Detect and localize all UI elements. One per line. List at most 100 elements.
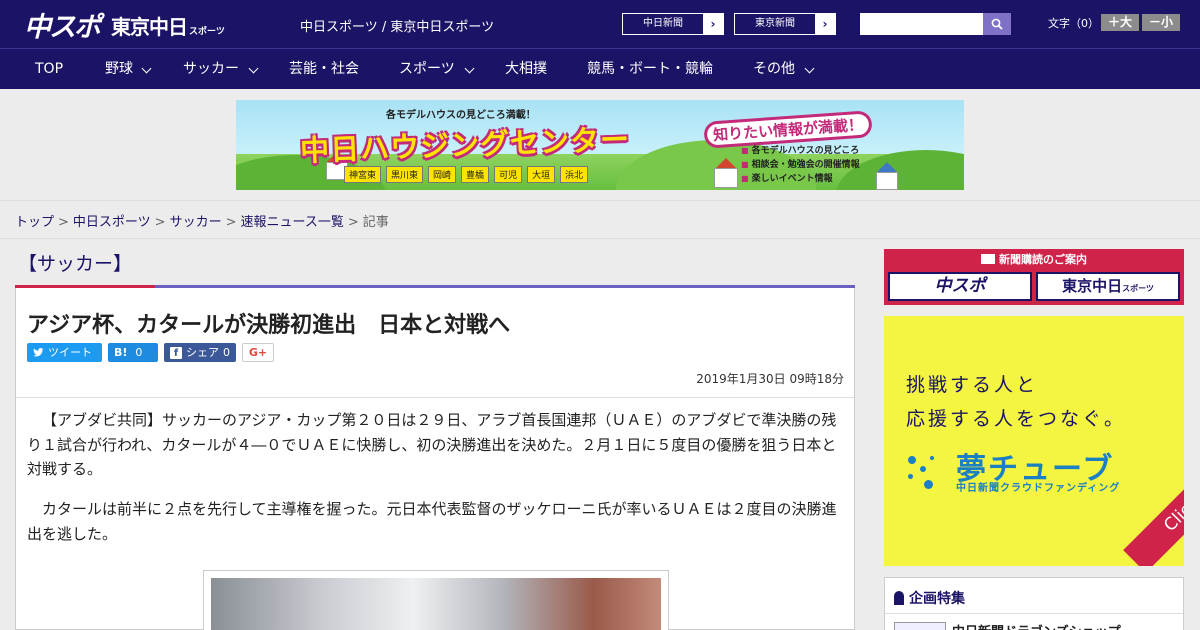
hatena-icon: B! xyxy=(114,346,128,359)
banner-bullet: 各モデルハウスの見どころ xyxy=(741,144,860,158)
chevron-down-icon xyxy=(248,63,259,74)
banner-city: 大垣 xyxy=(527,166,556,183)
banner-bullets: 各モデルハウスの見どころ 相談会・勉強会の開催情報 楽しいイベント情報 xyxy=(741,144,860,186)
hatena-bookmark-button[interactable]: B! 0 xyxy=(108,343,158,362)
chunichi-shimbun-link[interactable]: 中日新聞 › xyxy=(622,13,724,35)
banner-city: 浜北 xyxy=(560,166,589,183)
chevron-down-icon xyxy=(141,63,152,74)
subscription-title-text: 新聞購読のご案内 xyxy=(999,253,1087,266)
tweet-button[interactable]: ツイート xyxy=(27,343,102,362)
chuspo-logo[interactable]: 中スポ xyxy=(24,5,101,44)
nav-item-baseball[interactable]: 野球 xyxy=(105,49,133,89)
tokyo-link-label: 東京新聞 xyxy=(755,18,795,29)
banner-tagline: 各モデルハウスの見どころ満載！ xyxy=(386,110,536,121)
breadcrumb-separator: > xyxy=(347,215,359,230)
article-date: 2019年1月30日 09時18分 xyxy=(696,372,844,386)
ad-line-1: 挑戦する人と xyxy=(906,374,1039,396)
breadcrumb-current: 記事 xyxy=(362,215,389,230)
tokyo-logo-small: スポーツ xyxy=(189,27,225,37)
article-paragraph: カタールは前半に２点を先行して主導権を握った。元日本代表監督のザッケローニ氏が率… xyxy=(27,500,837,543)
breadcrumb: トップ > 中日スポーツ > サッカー > 速報ニュース一覧 > 記事 xyxy=(15,211,389,230)
banner-city: 岡崎 xyxy=(428,166,457,183)
nav-item-sumo[interactable]: 大相撲 xyxy=(505,49,547,89)
chevron-right-icon: › xyxy=(703,14,723,34)
font-size-label: 文字（0） xyxy=(1048,17,1099,30)
banner-city: 神宮東 xyxy=(344,166,382,183)
site-name: 中日スポーツ / 東京中日スポーツ xyxy=(300,20,495,35)
nav-item-soccer[interactable]: サッカー xyxy=(183,49,239,89)
ad-subtitle: 中日新聞クラウドファンディング xyxy=(956,483,1121,494)
tweet-label: ツイート xyxy=(48,346,92,359)
subscribe-tokyo-button[interactable]: 東京中日スポーツ xyxy=(1036,272,1180,301)
chevron-down-icon xyxy=(464,63,475,74)
category-heading: 【サッカー】 xyxy=(18,253,133,275)
housing-center-banner[interactable]: 各モデルハウスの見どころ満載！ 中日ハウジングセンター 神宮東 黒川東 岡崎 豊… xyxy=(236,100,964,190)
breadcrumb-soccer[interactable]: サッカー xyxy=(170,215,222,230)
tokyo-shimbun-link[interactable]: 東京新聞 › xyxy=(734,13,836,35)
banner-house xyxy=(876,172,898,190)
subscribe-chuspo-button[interactable]: 中スポ xyxy=(888,272,1032,301)
font-larger-button[interactable]: ＋大 xyxy=(1101,14,1139,31)
facebook-count: 0 xyxy=(223,346,230,359)
feature-item-link[interactable]: 中日新聞ドラゴンズショップ xyxy=(952,621,1121,630)
banner-cities: 神宮東 黒川東 岡崎 豊橋 可児 大垣 浜北 xyxy=(344,166,589,183)
nav-item-sports[interactable]: スポーツ xyxy=(399,49,455,89)
chevron-right-icon: › xyxy=(815,14,835,34)
banner-bullet: 相談会・勉強会の開催情報 xyxy=(741,158,860,172)
banner-house xyxy=(714,168,738,188)
facebook-label: シェア xyxy=(186,346,219,359)
breadcrumb-top[interactable]: トップ xyxy=(15,215,54,230)
ad-click-ribbon[interactable]: Click! xyxy=(1123,451,1184,566)
ad-dot xyxy=(930,456,934,460)
banner-city: 可児 xyxy=(494,166,523,183)
breadcrumb-separator: > xyxy=(58,215,69,230)
search-icon xyxy=(991,18,1003,30)
feature-divider xyxy=(885,613,1183,614)
chunichi-link-label: 中日新聞 xyxy=(643,18,683,29)
nav-item-racing[interactable]: 競馬・ボート・競輪 xyxy=(587,49,713,89)
chevron-down-icon xyxy=(804,63,815,74)
feature-heading: 企画特集 xyxy=(894,588,965,608)
article-title: アジア杯、カタールが決勝初進出 日本と対戦へ xyxy=(27,313,511,338)
nav-item-top[interactable]: TOP xyxy=(35,49,63,89)
subscription-box: 新聞購読のご案内 中スポ 東京中日スポーツ xyxy=(884,249,1184,305)
banner-title: 中日ハウジングセンター xyxy=(299,122,631,168)
main-column: 【サッカー】 アジア杯、カタールが決勝初進出 日本と対戦へ ツイート B! 0 … xyxy=(15,239,855,630)
site-header: 中スポ 東京中日 スポーツ 中日スポーツ / 東京中日スポーツ 中日新聞 › 東京… xyxy=(0,0,1200,48)
main-nav: TOP 野球 サッカー 芸能・社会 スポーツ 大相撲 競馬・ボート・競輪 その他 xyxy=(0,48,1200,89)
search-button[interactable] xyxy=(983,13,1011,35)
font-smaller-button[interactable]: －小 xyxy=(1142,14,1180,31)
banner-roof xyxy=(716,158,736,168)
subscribe-tokyo-text: 東京中日 xyxy=(1062,277,1123,295)
article: アジア杯、カタールが決勝初進出 日本と対戦へ ツイート B! 0 f シェア 0… xyxy=(15,288,855,630)
google-plus-button[interactable]: G+ xyxy=(242,343,274,362)
banner-roof xyxy=(877,162,897,172)
breadcrumb-news-list[interactable]: 速報ニュース一覧 xyxy=(241,215,344,230)
nav-item-entertainment[interactable]: 芸能・社会 xyxy=(289,49,359,89)
tokyo-logo-text: 東京中日 xyxy=(111,15,188,39)
newspaper-icon xyxy=(981,254,995,264)
feature-title: 企画特集 xyxy=(909,591,965,607)
hatena-count: 0 xyxy=(135,346,143,359)
ribbon-icon xyxy=(894,591,904,605)
article-photo-frame xyxy=(203,570,669,630)
ad-dot xyxy=(924,480,933,489)
article-paragraph: 【アブダビ共同】サッカーのアジア・カップ第２０日は２９日、アラブ首長国連邦（ＵＡ… xyxy=(27,411,837,478)
banner-bullet: 楽しいイベント情報 xyxy=(741,172,860,186)
article-divider xyxy=(16,397,854,398)
breadcrumb-chunichi-sports[interactable]: 中日スポーツ xyxy=(73,215,151,230)
tokyo-chunichi-logo[interactable]: 東京中日 スポーツ xyxy=(111,11,225,40)
article-photo[interactable] xyxy=(211,578,661,630)
breadcrumb-separator: > xyxy=(154,215,166,230)
feature-thumbnail[interactable] xyxy=(894,622,946,630)
facebook-share-button[interactable]: f シェア 0 xyxy=(164,343,236,362)
breadcrumb-separator: > xyxy=(225,215,237,230)
ad-dot xyxy=(908,474,913,479)
nav-item-other[interactable]: その他 xyxy=(753,49,795,89)
feature-box: 企画特集 中日新聞ドラゴンズショップ xyxy=(884,577,1184,630)
ad-dot xyxy=(908,456,916,464)
facebook-icon: f xyxy=(170,346,182,359)
twitter-icon xyxy=(33,347,44,356)
search-input[interactable] xyxy=(860,13,983,35)
yume-tube-ad[interactable]: 挑戦する人と 応援する人をつなぐ。 夢チューブ 中日新聞クラウドファンディング … xyxy=(884,316,1184,566)
